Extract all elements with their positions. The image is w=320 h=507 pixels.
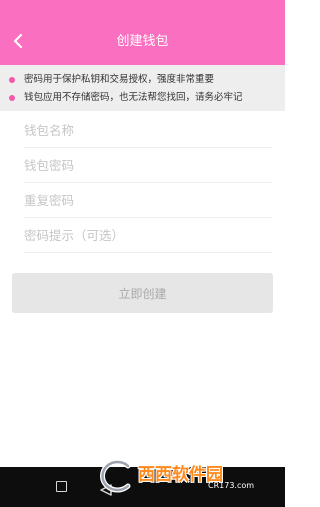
password-notice: 密码用于保护私钥和交易授权，强度非常重要 钱包应用不存储密码，也无法帮您找回，请… [0, 65, 285, 111]
wallet-name-input[interactable] [24, 113, 272, 148]
watermark-c-icon [100, 459, 131, 493]
watermark-url: CR173.com [208, 481, 255, 490]
page-title: 创建钱包 [116, 34, 169, 49]
repeat-password-input[interactable] [24, 183, 272, 218]
wallet-form [24, 113, 272, 253]
bullet-dot-icon [9, 77, 15, 83]
wallet-password-input[interactable] [24, 148, 272, 183]
watermark-logo: 西西软件园 CR173.com [90, 457, 282, 495]
notice-text: 密码用于保护私钥和交易授权，强度非常重要 [24, 74, 215, 85]
notice-text: 钱包应用不存储密码，也无法帮您找回，请务必牢记 [24, 92, 243, 103]
password-hint-input[interactable] [24, 218, 272, 253]
create-now-button[interactable]: 立即创建 [12, 273, 273, 313]
notice-item: 密码用于保护私钥和交易授权，强度非常重要 [0, 72, 285, 88]
square-icon[interactable] [56, 481, 67, 492]
bullet-dot-icon [9, 95, 15, 101]
notice-item: 钱包应用不存储密码，也无法帮您找回，请务必牢记 [0, 90, 285, 106]
